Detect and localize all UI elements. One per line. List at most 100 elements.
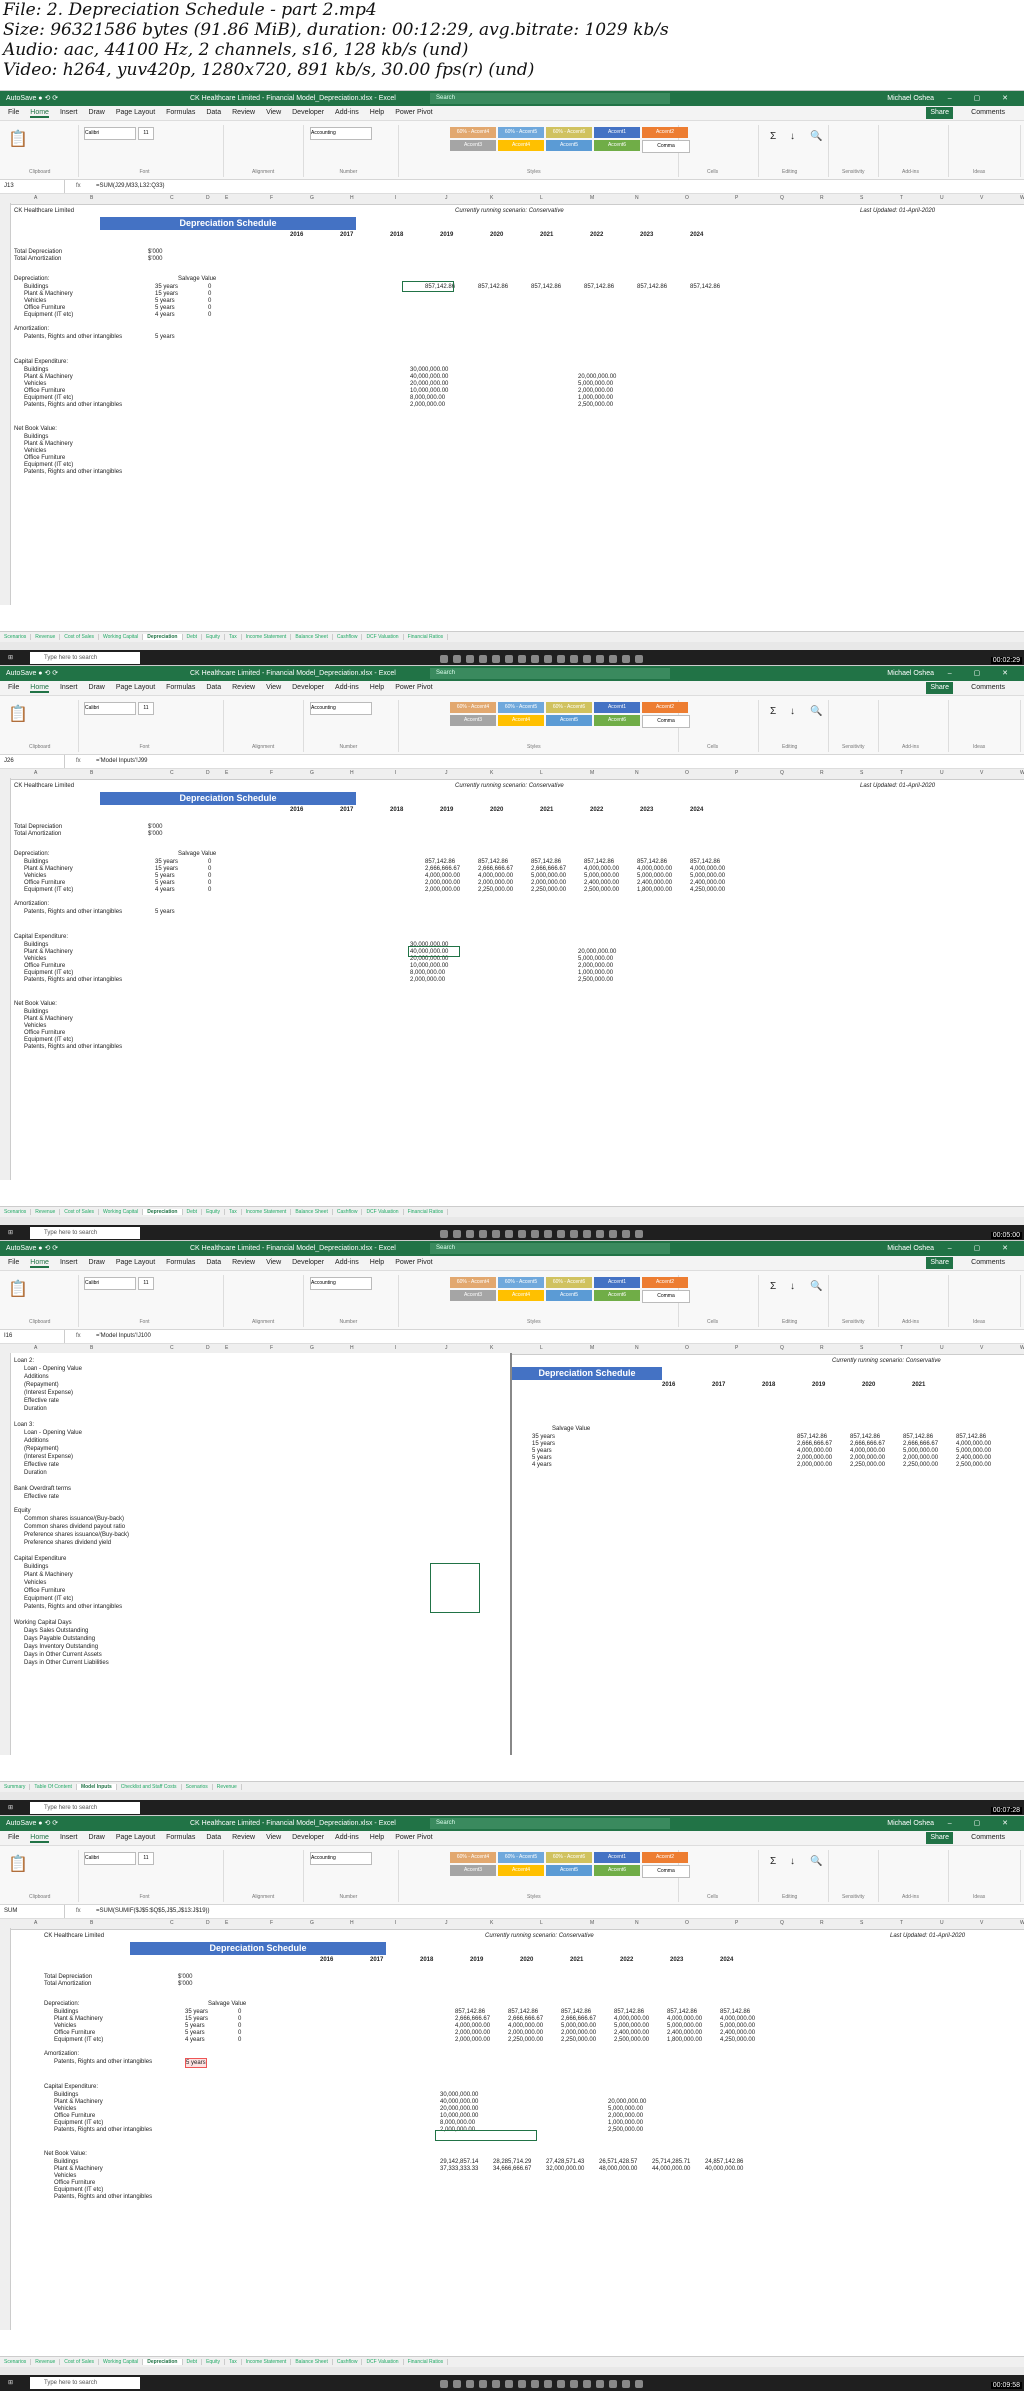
col-R[interactable]: R — [820, 770, 824, 776]
taskbar-app-icon[interactable] — [453, 2380, 461, 2388]
col-B[interactable]: B — [90, 195, 93, 201]
tab-add-ins[interactable]: Add-ins — [335, 1834, 359, 1841]
formula-input[interactable]: ='Model Inputs'!J100 — [96, 1330, 151, 1343]
col-Q[interactable]: Q — [780, 1345, 784, 1351]
font-size-select[interactable]: 11 — [138, 127, 154, 140]
cell-style-1[interactable]: 60% - Accent4 — [450, 702, 496, 713]
col-J[interactable]: J — [445, 195, 448, 201]
cell-style-8[interactable]: Accent5 — [546, 1865, 592, 1876]
col-R[interactable]: R — [820, 195, 824, 201]
taskbar-app-icon[interactable] — [609, 2380, 617, 2388]
taskbar-app-icon[interactable] — [466, 2380, 474, 2388]
taskbar-app-icon[interactable] — [492, 655, 500, 663]
tab-help[interactable]: Help — [370, 1259, 384, 1266]
cell-style-5[interactable]: Accent2 — [642, 127, 688, 138]
col-O[interactable]: O — [685, 1920, 689, 1926]
col-P[interactable]: P — [735, 770, 738, 776]
tab-add-ins[interactable]: Add-ins — [335, 1259, 359, 1266]
window-controls[interactable]: – ▢ ✕ — [948, 1816, 1018, 1831]
sheet-tab-debt[interactable]: Debt — [182, 1209, 203, 1215]
col-M[interactable]: M — [590, 195, 594, 201]
tab-review[interactable]: Review — [232, 1834, 255, 1841]
sheet-tab-equity[interactable]: Equity — [202, 1209, 225, 1215]
taskbar-app-icon[interactable] — [518, 2380, 526, 2388]
taskbar-app-icon[interactable] — [518, 655, 526, 663]
taskbar-app-icon[interactable] — [596, 2380, 604, 2388]
cell-style-7[interactable]: Accent4 — [498, 140, 544, 151]
taskbar-app-icon[interactable] — [479, 1230, 487, 1238]
col-V[interactable]: V — [980, 770, 983, 776]
taskbar-app-icon[interactable] — [557, 2380, 565, 2388]
sheet-tab-depreciation[interactable]: Depreciation — [143, 634, 183, 640]
taskbar-app-icon[interactable] — [531, 1230, 539, 1238]
sheet-tab-depreciation[interactable]: Depreciation — [143, 1209, 183, 1215]
col-A[interactable]: A — [34, 1920, 37, 1926]
taskbar-app-icon[interactable] — [570, 655, 578, 663]
taskbar-app-icon[interactable] — [570, 1230, 578, 1238]
cell-style-1[interactable]: 60% - Accent4 — [450, 1852, 496, 1863]
taskbar-app-icon[interactable] — [544, 2380, 552, 2388]
tab-developer[interactable]: Developer — [292, 1834, 324, 1841]
taskbar-app-icon[interactable] — [492, 2380, 500, 2388]
cell-style-10[interactable]: Comma — [642, 1290, 690, 1303]
col-E[interactable]: E — [225, 1920, 228, 1926]
tab-data[interactable]: Data — [206, 684, 221, 691]
tab-help[interactable]: Help — [370, 109, 384, 116]
col-B[interactable]: B — [90, 1920, 93, 1926]
tab-page-layout[interactable]: Page Layout — [116, 1834, 155, 1841]
taskbar-app-icon[interactable] — [466, 1230, 474, 1238]
font-size-select[interactable]: 11 — [138, 702, 154, 715]
col-H[interactable]: H — [350, 1345, 354, 1351]
col-H[interactable]: H — [350, 195, 354, 201]
search-box[interactable]: Search — [430, 1818, 670, 1829]
sheet-tab-cost-of-sales[interactable]: Cost of Sales — [60, 634, 99, 640]
tab-help[interactable]: Help — [370, 1834, 384, 1841]
sheet-tab-cost-of-sales[interactable]: Cost of Sales — [60, 2359, 99, 2365]
taskbar-app-icon[interactable] — [622, 2380, 630, 2388]
tab-insert[interactable]: Insert — [60, 109, 78, 116]
name-box[interactable]: I16 — [4, 1330, 65, 1343]
col-S[interactable]: S — [860, 1920, 863, 1926]
sheet-tab-working-capital[interactable]: Working Capital — [99, 2359, 144, 2365]
col-J[interactable]: J — [445, 770, 448, 776]
sheet-tab-table-of-content[interactable]: Table Of Content — [30, 1784, 77, 1790]
taskbar-app-icon[interactable] — [583, 655, 591, 663]
tab-developer[interactable]: Developer — [292, 1259, 324, 1266]
col-B[interactable]: B — [90, 770, 93, 776]
taskbar-app-icon[interactable] — [518, 1230, 526, 1238]
cell-style-1[interactable]: 60% - Accent4 — [450, 127, 496, 138]
cell-style-2[interactable]: 60% - Accent5 — [498, 1852, 544, 1863]
tab-file[interactable]: File — [8, 1259, 19, 1266]
col-V[interactable]: V — [980, 1345, 983, 1351]
taskbar-app-icon[interactable] — [505, 1230, 513, 1238]
taskbar-search[interactable]: Type here to search — [30, 652, 140, 664]
window-controls[interactable]: – ▢ ✕ — [948, 1241, 1018, 1256]
taskbar-app-icon[interactable] — [466, 655, 474, 663]
taskbar-app-icon[interactable] — [544, 655, 552, 663]
sheet-tab-income-statement[interactable]: Income Statement — [241, 634, 292, 640]
taskbar-app-icon[interactable] — [622, 1230, 630, 1238]
col-G[interactable]: G — [310, 1345, 314, 1351]
col-H[interactable]: H — [350, 1920, 354, 1926]
share-button[interactable]: Share — [926, 1832, 953, 1844]
tab-home[interactable]: Home — [30, 1834, 49, 1843]
sheet-tab-tax[interactable]: Tax — [224, 1209, 242, 1215]
col-F[interactable]: F — [270, 1920, 273, 1926]
col-Q[interactable]: Q — [780, 1920, 784, 1926]
tab-add-ins[interactable]: Add-ins — [335, 684, 359, 691]
sheet-tab-scenarios[interactable]: Scenarios — [0, 1209, 32, 1215]
col-R[interactable]: R — [820, 1345, 824, 1351]
tab-home[interactable]: Home — [30, 1259, 49, 1268]
sheet-tab-cashflow[interactable]: Cashflow — [332, 2359, 363, 2365]
taskbar-app-icon[interactable] — [505, 2380, 513, 2388]
taskbar-app-icon[interactable] — [505, 655, 513, 663]
cell-style-4[interactable]: Accent1 — [594, 1277, 640, 1288]
taskbar-app-icon[interactable] — [440, 2380, 448, 2388]
col-U[interactable]: U — [940, 1345, 944, 1351]
sheet-tab-balance-sheet[interactable]: Balance Sheet — [291, 2359, 333, 2365]
font-name-select[interactable]: Calibri — [84, 1852, 136, 1865]
sheet-tab-scenarios[interactable]: Scenarios — [0, 2359, 32, 2365]
cell-style-3[interactable]: 60% - Accent6 — [546, 702, 592, 713]
col-S[interactable]: S — [860, 195, 863, 201]
col-U[interactable]: U — [940, 195, 944, 201]
